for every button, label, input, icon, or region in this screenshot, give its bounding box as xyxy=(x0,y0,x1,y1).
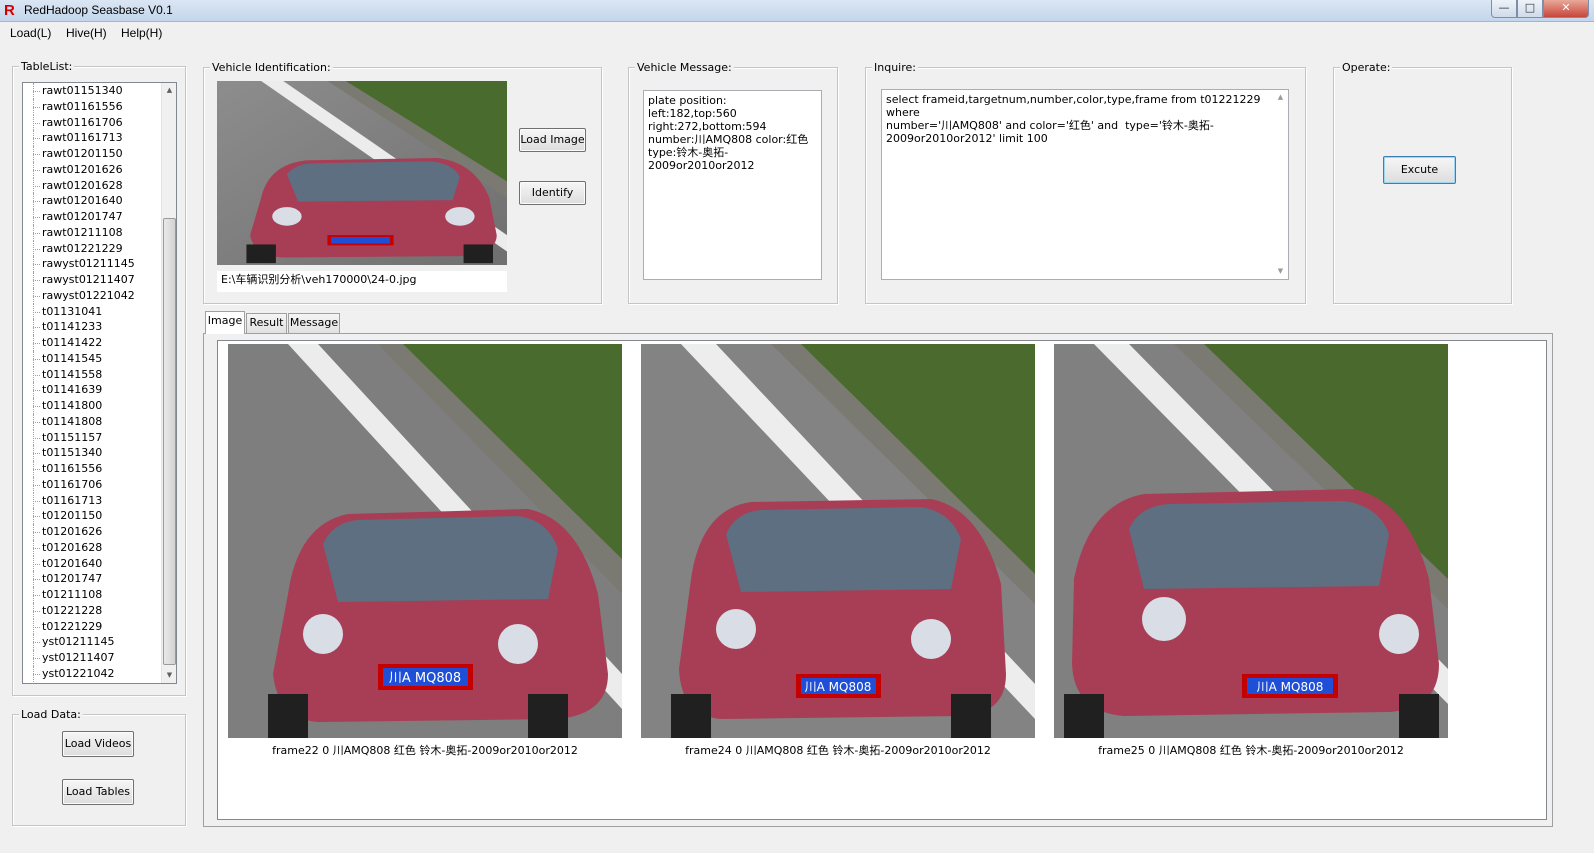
tree-item[interactable]: t01141808 xyxy=(23,413,162,430)
car-picture xyxy=(217,81,507,265)
tree-item[interactable]: t01201628 xyxy=(23,539,162,556)
tree-scrollbar[interactable]: ▲ ▼ xyxy=(161,83,176,683)
tree-item[interactable]: rawt01211108 xyxy=(23,224,162,241)
table-tree[interactable]: rawt01151340 rawt01161556 rawt01161706 rawt… xyxy=(22,82,177,684)
plate-text: 川A MQ808 xyxy=(389,671,461,686)
title-bar: R RedHadoop Seasbase V0.1 — □ ✕ xyxy=(0,0,1594,22)
operate-group: Operate: xyxy=(1333,61,1512,304)
scroll-up-icon[interactable]: ▲ xyxy=(162,83,176,98)
tree-item[interactable]: t01161706 xyxy=(23,476,162,493)
tree-item[interactable]: rawt01221229 xyxy=(23,240,162,257)
tree-item[interactable]: t01141558 xyxy=(23,366,162,383)
tree-item[interactable]: rawt01201640 xyxy=(23,193,162,209)
tree-item[interactable]: rawt01151340 xyxy=(23,83,162,99)
tree-item[interactable]: t01141422 xyxy=(23,335,162,351)
close-button[interactable]: ✕ xyxy=(1543,0,1589,18)
query-scroll-up-icon[interactable]: ▲ xyxy=(1273,90,1288,105)
menu-bar: Load(L) Hive(H) Help(H) xyxy=(0,22,1594,44)
tab-image[interactable]: Image xyxy=(205,311,245,334)
tree-item[interactable]: t01151340 xyxy=(23,445,162,461)
tree-item[interactable]: t01141639 xyxy=(23,382,162,398)
result-image-3: 川A MQ808 xyxy=(1054,344,1448,738)
tree-item[interactable]: rawt01161706 xyxy=(23,114,162,131)
tree-item[interactable]: t01201747 xyxy=(23,571,162,587)
result-caption-1: frame22 0 川AMQ808 红色 铃木-奥拓-2009or2010or2… xyxy=(272,744,578,757)
tree-item[interactable]: t01211108 xyxy=(23,587,162,603)
app-logo-icon: R xyxy=(4,2,15,19)
tree-item[interactable]: t01161556 xyxy=(23,461,162,477)
image-path-field[interactable]: E:\车辆识别分析\veh170000\24-0.jpg xyxy=(217,271,507,292)
scroll-thumb[interactable] xyxy=(163,218,176,665)
menu-hive[interactable]: Hive(H) xyxy=(66,26,107,40)
tree-item[interactable]: yst01221042 xyxy=(23,665,162,682)
load-image-button[interactable]: Load Image xyxy=(519,128,586,152)
execute-button[interactable]: Excute xyxy=(1383,156,1456,184)
car-picture: 川A MQ808 xyxy=(641,344,1035,738)
plate-text: 川A MQ808 xyxy=(805,680,872,694)
identify-button[interactable]: Identify xyxy=(519,181,586,205)
tree-item[interactable]: t01141800 xyxy=(23,398,162,414)
menu-help[interactable]: Help(H) xyxy=(121,26,162,40)
result-caption-3: frame25 0 川AMQ808 红色 铃木-奥拓-2009or2010or2… xyxy=(1098,744,1404,757)
tree-item[interactable]: t01151157 xyxy=(23,429,162,446)
tree-item[interactable]: t01161713 xyxy=(23,492,162,509)
query-scroll-down-icon[interactable]: ▼ xyxy=(1273,264,1288,279)
tree-item[interactable]: rawyst01221042 xyxy=(23,287,162,304)
table-list-title: TableList: xyxy=(19,60,75,73)
load-tables-button[interactable]: Load Tables xyxy=(62,779,134,805)
plate-text: 川A MQ808 xyxy=(1257,680,1324,694)
minimize-button[interactable]: — xyxy=(1491,0,1517,18)
tree-item[interactable]: rawyst01211407 xyxy=(23,272,162,288)
table-tree-items: rawt01151340 rawt01161556 rawt01161706 rawt… xyxy=(23,83,162,682)
result-image-1: 川A MQ808 xyxy=(228,344,622,738)
tree-item[interactable]: t01131041 xyxy=(23,303,162,320)
tree-item[interactable]: yst01211407 xyxy=(23,650,162,666)
tree-item[interactable]: t01201640 xyxy=(23,555,162,572)
car-picture: 川A MQ808 xyxy=(228,344,622,738)
tree-item[interactable]: rawt01201628 xyxy=(23,177,162,194)
menu-load[interactable]: Load(L) xyxy=(10,26,51,40)
load-data-title: Load Data: xyxy=(19,708,83,721)
tree-item[interactable]: rawt01161713 xyxy=(23,130,162,146)
result-image-2: 川A MQ808 xyxy=(641,344,1035,738)
tree-item[interactable]: rawt01201747 xyxy=(23,209,162,225)
tree-item[interactable]: rawyst01211145 xyxy=(23,256,162,272)
inquire-title: Inquire: xyxy=(872,61,918,74)
tree-item[interactable]: t01221228 xyxy=(23,602,162,619)
tree-item[interactable]: t01201150 xyxy=(23,508,162,524)
scroll-down-icon[interactable]: ▼ xyxy=(162,668,176,683)
vehicle-message-title: Vehicle Message: xyxy=(635,61,734,74)
car-picture: 川A MQ808 xyxy=(1054,344,1448,738)
vehicle-message-textbox[interactable]: plate position: left:182,top:560 right:2… xyxy=(643,90,822,280)
result-caption-2: frame24 0 川AMQ808 红色 铃木-奥拓-2009or2010or2… xyxy=(685,744,991,757)
operate-title: Operate: xyxy=(1340,61,1393,74)
window-title: RedHadoop Seasbase V0.1 xyxy=(24,3,173,17)
tree-item[interactable]: yst01211145 xyxy=(23,634,162,650)
tree-item[interactable]: rawt01201626 xyxy=(23,161,162,178)
tab-message[interactable]: Message xyxy=(288,313,340,333)
query-scrollbar[interactable]: ▲ ▼ xyxy=(1273,90,1288,279)
tree-item[interactable]: t01141233 xyxy=(23,319,162,335)
tree-item[interactable]: t01141545 xyxy=(23,350,162,367)
load-videos-button[interactable]: Load Videos xyxy=(62,731,134,757)
tree-item[interactable]: t01221229 xyxy=(23,618,162,635)
maximize-button[interactable]: □ xyxy=(1517,0,1543,18)
vehicle-identification-title: Vehicle Identification: xyxy=(210,61,333,74)
tree-item[interactable]: t01201626 xyxy=(23,524,162,540)
query-textbox[interactable]: select frameid,targetnum,number,color,ty… xyxy=(881,89,1289,280)
tab-result[interactable]: Result xyxy=(246,313,287,333)
tree-item[interactable]: rawt01201150 xyxy=(23,146,162,162)
tree-item[interactable]: rawt01161556 xyxy=(23,98,162,115)
vehicle-preview-image xyxy=(217,81,507,265)
